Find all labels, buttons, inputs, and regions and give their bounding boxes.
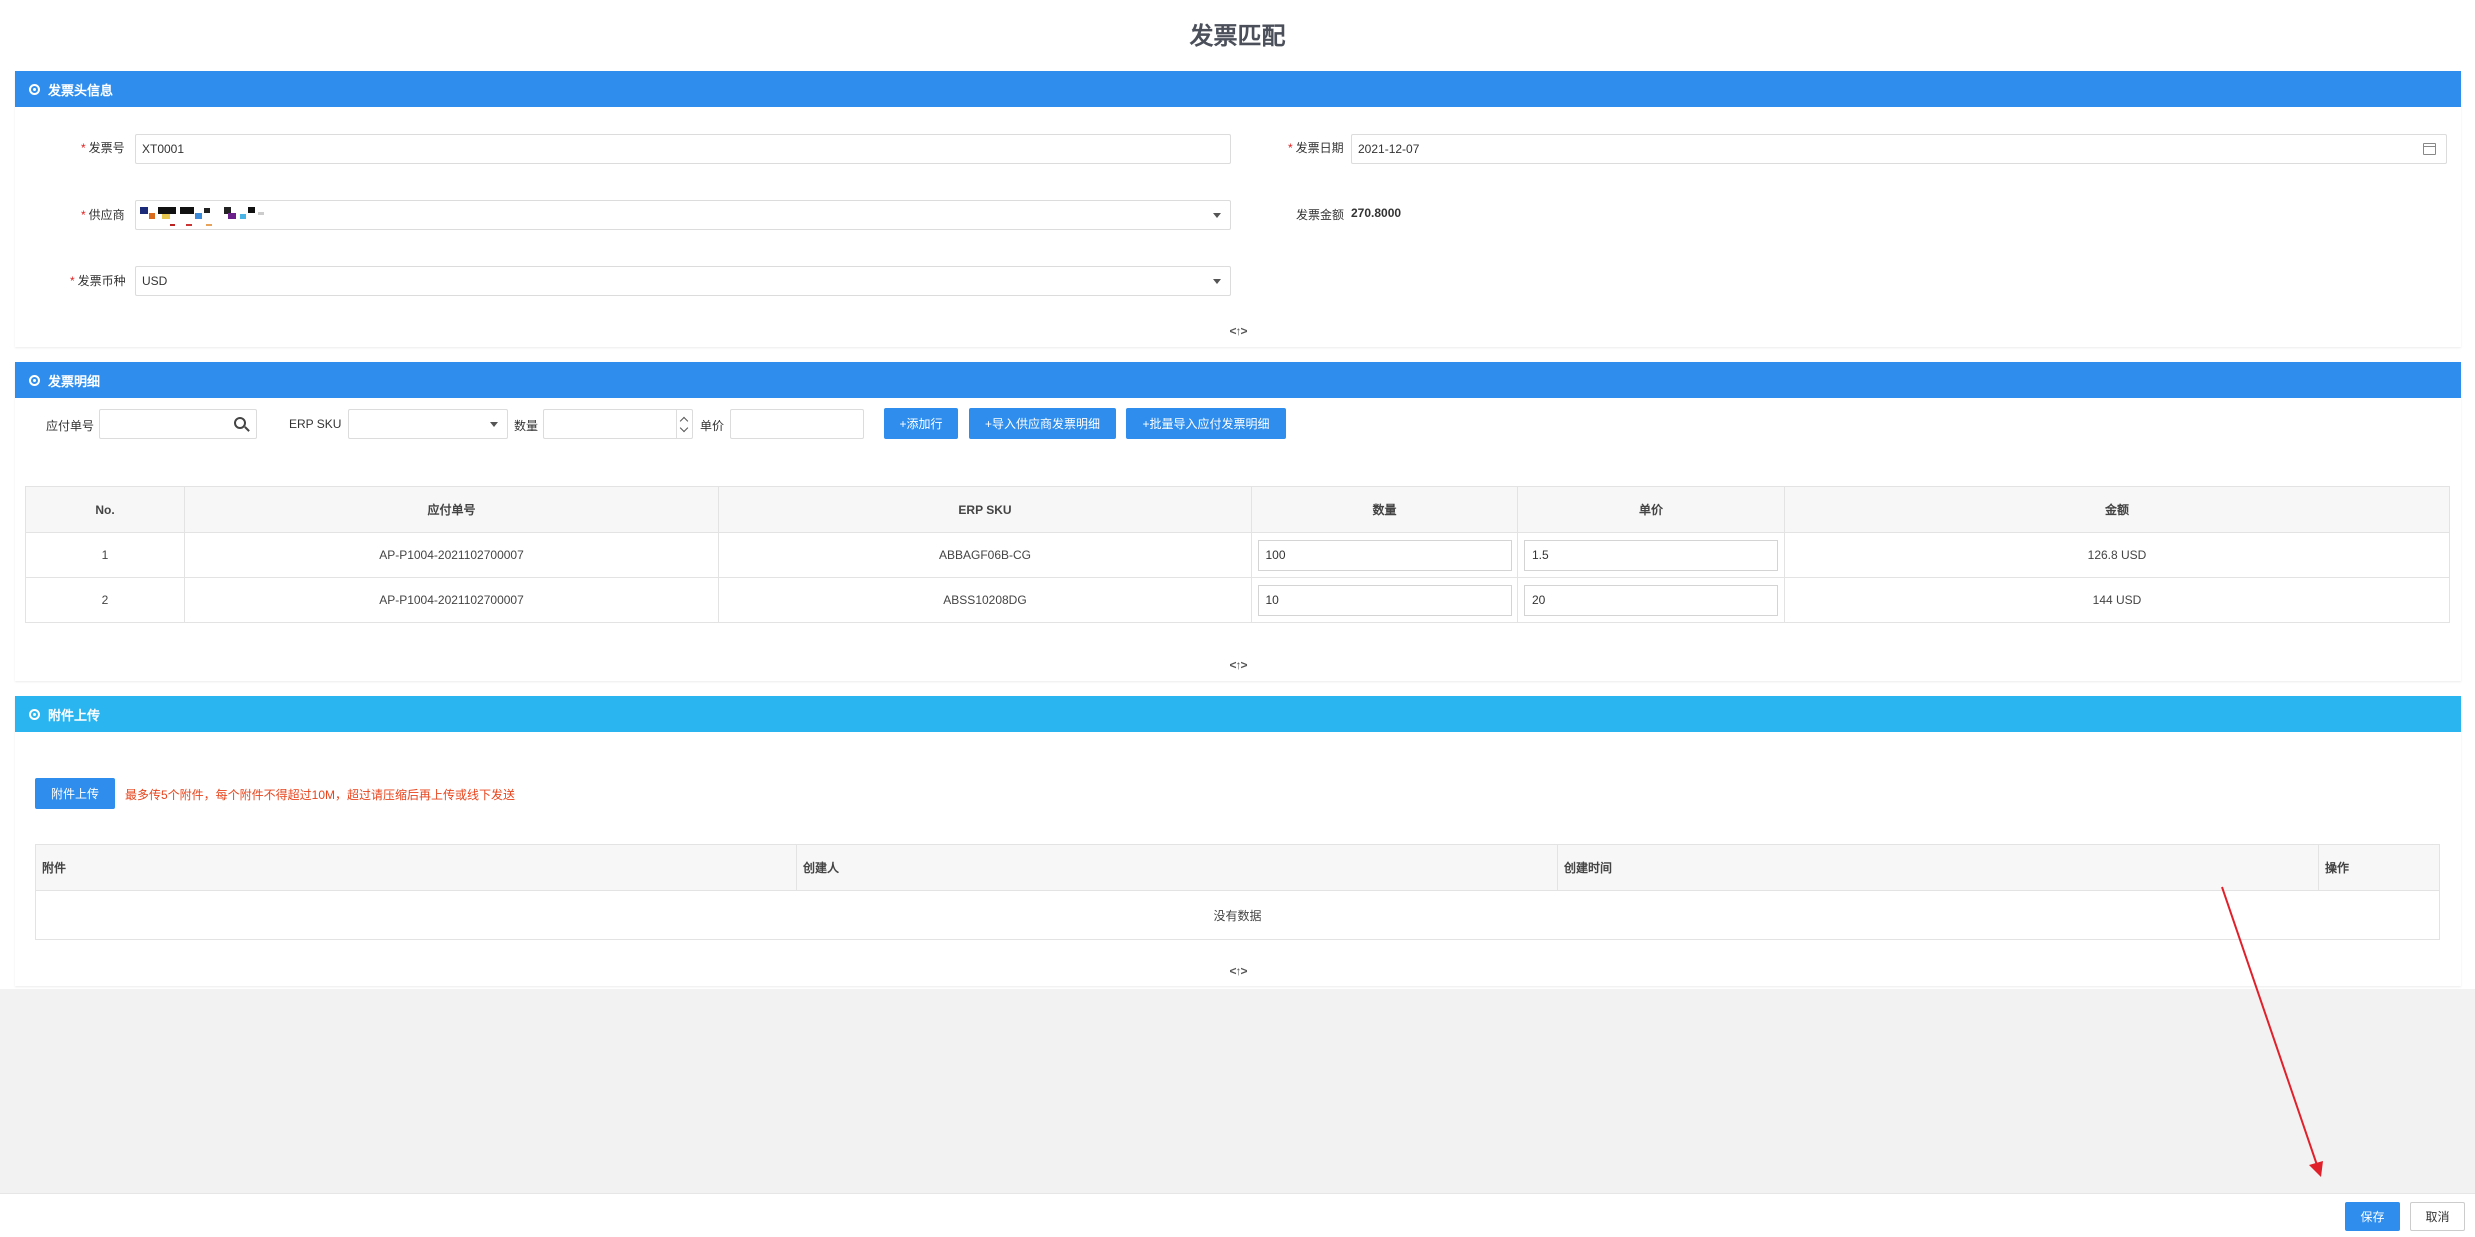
row-amount: 126.8 USD [1784,532,2450,578]
row-amount: 144 USD [1784,577,2450,623]
attachment-table: 附件 创建人 创建时间 操作 没有数据 [35,844,2440,940]
column-header: 创建时间 [1557,844,2319,891]
column-header: 金额 [1784,486,2450,533]
row-no: 1 [25,532,185,578]
attachment-panel: 附件上传 附件上传 最多传5个附件，每个附件不得超过10M，超过请压缩后再上传或… [15,696,2461,986]
invoice-no-label: * 发票号 [81,141,125,155]
invoice-date-input[interactable]: 2021-12-07 [1351,134,2447,164]
calendar-icon[interactable] [2423,143,2436,155]
invoice-detail-table: No. 应付单号 ERP SKU 数量 单价 金额 1 AP-P1004-202… [25,486,2450,623]
column-header: 数量 [1251,486,1518,533]
column-header: 应付单号 [184,486,719,533]
save-button[interactable]: 保存 [2345,1202,2400,1231]
stepper-arrows-icon[interactable] [676,410,692,438]
column-header: 单价 [1517,486,1785,533]
row-price-input[interactable]: 1.5 [1524,539,1778,571]
row-payable-no: AP-P1004-2021102700007 [184,532,719,578]
invoice-date-label: * 发票日期 [1288,141,1344,155]
erp-sku-select[interactable] [348,409,508,439]
page-title: 发票匹配 [1189,23,1286,50]
settings-icon [29,83,40,95]
upload-hint: 最多传5个附件，每个附件不得超过10M，超过请压缩后再上传或线下发送 [125,788,516,802]
invoice-no-input[interactable]: XT0001 [135,134,1231,164]
chevron-down-icon[interactable] [1213,279,1221,284]
payable-no-label: 应付单号 [46,419,95,433]
column-header: 创建人 [796,844,1558,891]
panel-header[interactable]: 发票明细 [15,362,2461,398]
table-header-row: No. 应付单号 ERP SKU 数量 单价 金额 [25,486,2450,533]
search-icon[interactable] [234,417,246,429]
empty-row: 没有数据 [35,890,2440,940]
invoice-header-panel: 发票头信息 * 发票号 XT0001 * 发票日期 2021-12-07 * 供应商 … [15,71,2461,347]
redacted-supplier-name [140,204,290,230]
chevron-down-icon[interactable] [1213,213,1221,218]
row-qty-input[interactable]: 10 [1257,584,1512,616]
upload-attachment-button[interactable]: 附件上传 [35,778,115,809]
currency-label: * 发票币种 [70,274,126,288]
panel-header[interactable]: 附件上传 [15,696,2461,732]
invoice-amount-label: 发票金额 [1296,208,1345,222]
panel-title: 发票头信息 [48,82,114,98]
column-header: 附件 [35,844,797,891]
panel-header[interactable]: 发票头信息 [15,71,2461,107]
collapse-toggle[interactable]: <↑> [1229,964,1247,978]
row-no: 2 [25,577,185,623]
payable-no-input[interactable] [99,409,257,439]
table-row: 2 AP-P1004-2021102700007 ABSS10208DG 10 … [25,577,2450,623]
row-qty-input[interactable]: 100 [1257,539,1512,571]
chevron-down-icon[interactable] [490,422,498,427]
add-row-button[interactable]: +添加行 [884,408,958,439]
price-label: 单价 [700,419,725,433]
collapse-toggle[interactable]: <↑> [1229,324,1247,338]
supplier-label: * 供应商 [81,208,125,222]
column-header: 操作 [2318,844,2440,891]
import-supplier-detail-button[interactable]: +导入供应商发票明细 [969,408,1116,439]
erp-sku-label: ERP SKU [289,417,342,431]
settings-icon [29,708,40,720]
column-header: No. [25,486,185,533]
cancel-button[interactable]: 取消 [2410,1202,2465,1231]
empty-text: 没有数据 [35,890,2440,940]
qty-stepper[interactable] [543,409,693,439]
row-sku: ABBAGF06B-CG [718,532,1252,578]
supplier-select[interactable] [135,200,1231,230]
bottom-action-bar: 保存 取消 [0,1193,2475,1237]
panel-title: 附件上传 [48,707,101,723]
row-price-input[interactable]: 20 [1524,584,1778,616]
row-payable-no: AP-P1004-2021102700007 [184,577,719,623]
invoice-detail-panel: 发票明细 应付单号 ERP SKU 数量 单价 +添加行 +导入供应商发票明细 … [15,362,2461,681]
invoice-amount-value: 270.8000 [1351,206,1402,220]
panel-title: 发票明细 [48,373,101,389]
currency-select[interactable]: USD [135,266,1231,296]
table-header-row: 附件 创建人 创建时间 操作 [35,844,2440,891]
price-input[interactable] [730,409,864,439]
settings-icon [29,374,40,386]
column-header: ERP SKU [718,486,1252,533]
table-row: 1 AP-P1004-2021102700007 ABBAGF06B-CG 10… [25,532,2450,578]
row-sku: ABSS10208DG [718,577,1252,623]
collapse-toggle[interactable]: <↑> [1229,658,1247,672]
qty-label: 数量 [514,419,539,433]
batch-import-button[interactable]: +批量导入应付发票明细 [1126,408,1286,439]
